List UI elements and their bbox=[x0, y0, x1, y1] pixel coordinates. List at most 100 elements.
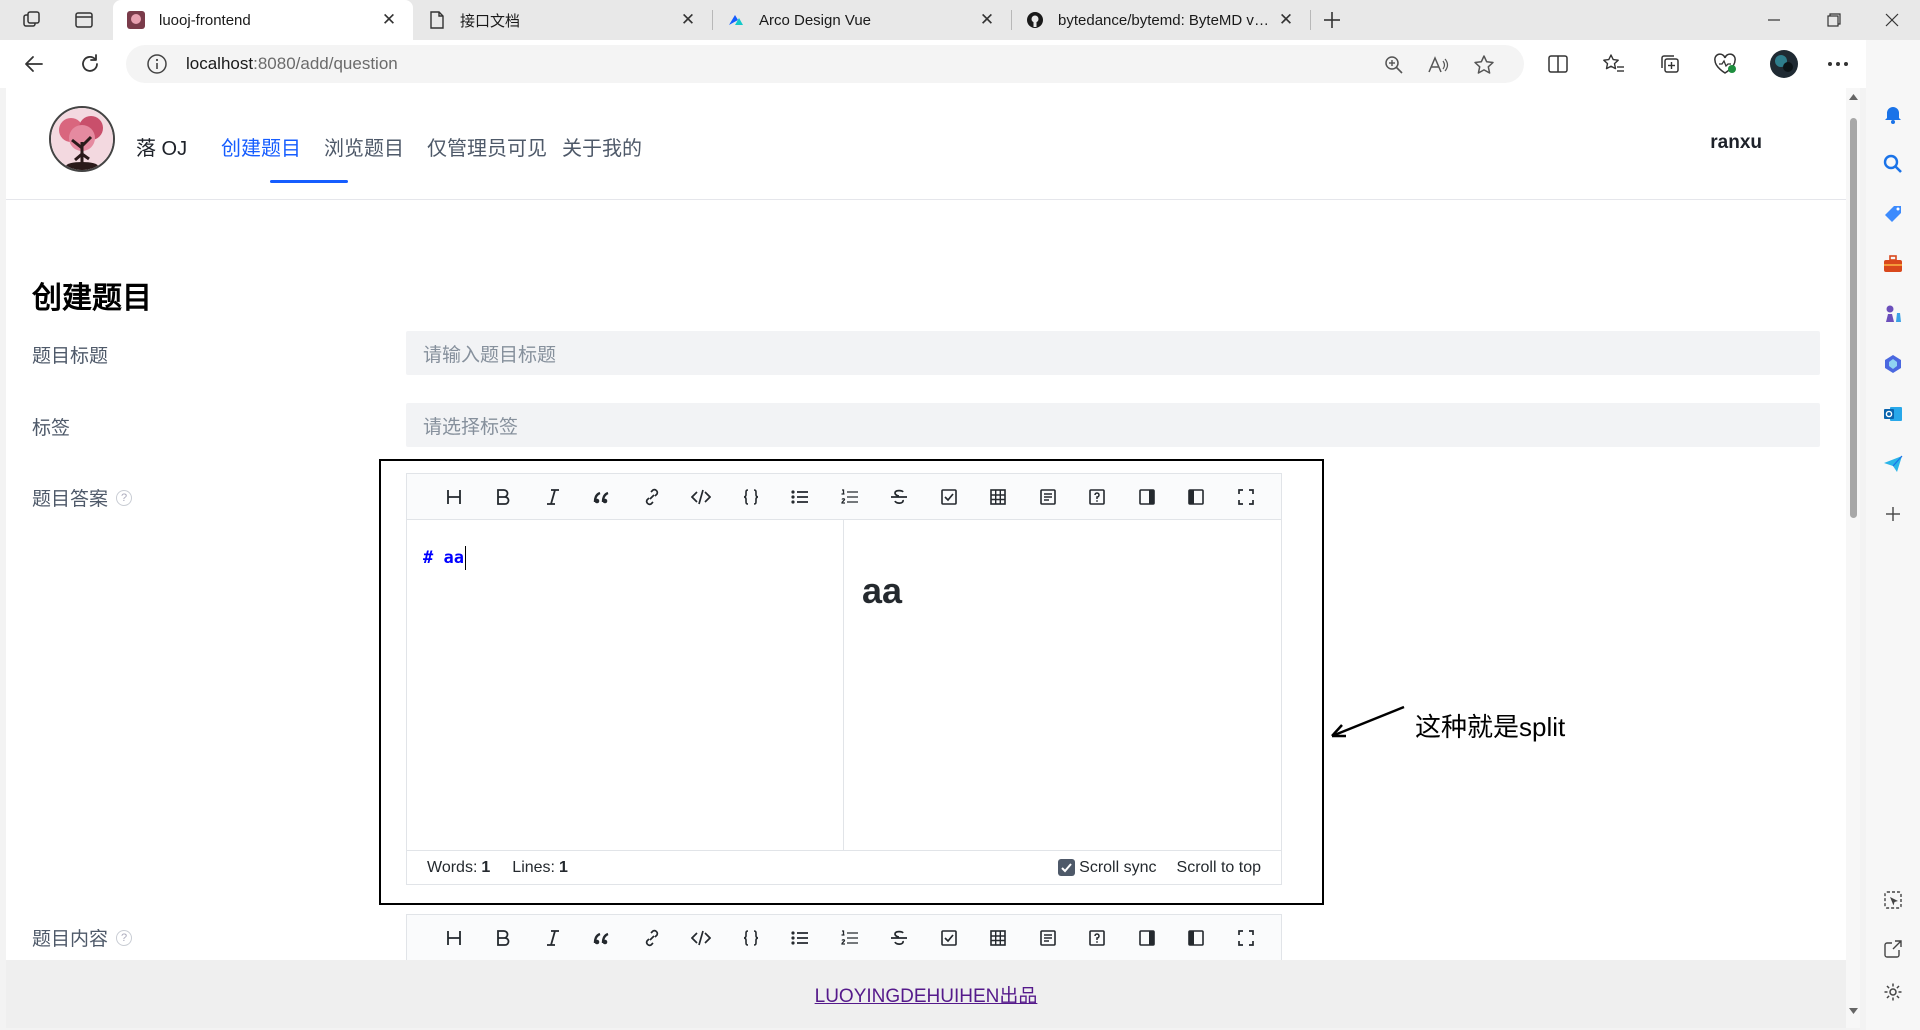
menu-create-question[interactable]: 创建题目 bbox=[221, 132, 301, 161]
settings-gear-icon[interactable] bbox=[1879, 978, 1907, 1006]
browser-tab-bar: luooj-frontend ✕ 接口文档 ✕ Arco Design Vue … bbox=[0, 0, 1920, 40]
content-label: 题目内容 ? bbox=[32, 924, 133, 951]
help-icon[interactable] bbox=[1073, 915, 1123, 961]
content-label-text: 题目内容 bbox=[32, 929, 109, 950]
tab-close-icon[interactable]: ✕ bbox=[977, 10, 997, 30]
tab-close-icon[interactable]: ✕ bbox=[678, 10, 698, 30]
editor-toolbar bbox=[407, 915, 1281, 961]
menu-browse-questions[interactable]: 浏览题目 bbox=[324, 132, 404, 161]
site-info-icon[interactable] bbox=[146, 53, 168, 75]
menu-about-me[interactable]: 关于我的 bbox=[562, 132, 642, 161]
tab-api-docs[interactable]: 接口文档 ✕ bbox=[414, 0, 712, 40]
tab-arco-design[interactable]: Arco Design Vue ✕ bbox=[713, 0, 1011, 40]
games-chess-icon[interactable] bbox=[1879, 300, 1907, 328]
send-icon[interactable] bbox=[1879, 450, 1907, 478]
workspaces-icon[interactable] bbox=[14, 4, 50, 36]
page-scrollbar[interactable] bbox=[1846, 88, 1860, 1028]
zoom-icon[interactable] bbox=[1382, 53, 1406, 77]
site-header: 落 OJ 创建题目 浏览题目 仅管理员可见 关于我的 ranxu bbox=[6, 88, 1846, 200]
refresh-icon[interactable] bbox=[72, 48, 108, 80]
open-external-icon[interactable] bbox=[1879, 935, 1907, 963]
site-title[interactable]: 落 OJ bbox=[136, 132, 187, 161]
bold-icon[interactable] bbox=[479, 915, 529, 961]
annotation-box bbox=[379, 459, 1324, 905]
tab-luooj-frontend[interactable]: luooj-frontend ✕ bbox=[113, 0, 413, 40]
tags-label: 标签 bbox=[32, 413, 70, 440]
code-icon[interactable] bbox=[677, 915, 727, 961]
read-aloud-icon[interactable] bbox=[1426, 53, 1450, 77]
title-label: 题目标题 bbox=[32, 341, 108, 368]
strikethrough-icon[interactable] bbox=[875, 915, 925, 961]
tab-separator bbox=[1310, 10, 1311, 30]
answer-label-text: 题目答案 bbox=[32, 489, 109, 510]
footer-credit-link[interactable]: LUOYINGDEHUIHEN出品 bbox=[815, 981, 1038, 1008]
edge-sidebar bbox=[1866, 40, 1920, 1030]
tab-close-icon[interactable]: ✕ bbox=[1276, 10, 1296, 30]
favorites-icon[interactable] bbox=[1600, 50, 1628, 78]
site-favicon-icon bbox=[127, 11, 145, 29]
annotation-arrow-icon bbox=[1331, 705, 1405, 738]
profile-avatar[interactable] bbox=[1768, 48, 1800, 80]
editor-only-icon[interactable] bbox=[1172, 915, 1222, 961]
code-block-icon[interactable] bbox=[726, 915, 776, 961]
table-icon[interactable] bbox=[974, 915, 1024, 961]
question-help-icon[interactable]: ? bbox=[116, 929, 133, 946]
add-sidebar-app-icon[interactable] bbox=[1879, 500, 1907, 528]
site-footer: LUOYINGDEHUIHEN出品 bbox=[6, 960, 1846, 1028]
content-markdown-editor bbox=[406, 914, 1282, 962]
title-label-text: 题目标题 bbox=[32, 346, 109, 367]
tab-bytemd-github[interactable]: bytedance/bytemd: ByteMD v1 is ✕ bbox=[1012, 0, 1310, 40]
more-options-icon[interactable] bbox=[1824, 50, 1852, 78]
answer-label: 题目答案 ? bbox=[32, 484, 133, 511]
question-help-icon[interactable]: ? bbox=[116, 489, 133, 506]
microsoft-365-icon[interactable] bbox=[1879, 350, 1907, 378]
new-tab-icon[interactable] bbox=[1314, 4, 1350, 36]
fullscreen-icon[interactable] bbox=[1221, 915, 1271, 961]
username[interactable]: ranxu bbox=[1710, 132, 1762, 154]
document-icon bbox=[428, 11, 446, 29]
annotation-text: 这种就是split bbox=[1415, 712, 1566, 742]
split-screen-icon[interactable] bbox=[1544, 50, 1572, 78]
ordered-list-icon[interactable] bbox=[825, 915, 875, 961]
quote-icon[interactable] bbox=[578, 915, 628, 961]
browser-essentials-icon[interactable] bbox=[1711, 50, 1739, 78]
tab-label: bytedance/bytemd: ByteMD v1 is bbox=[1058, 11, 1276, 29]
tab-close-icon[interactable]: ✕ bbox=[379, 10, 399, 30]
screenshot-icon[interactable] bbox=[1879, 886, 1907, 914]
tab-label: Arco Design Vue bbox=[759, 11, 872, 29]
minimize-icon[interactable] bbox=[1746, 0, 1802, 40]
url-path: :8080/add/question bbox=[253, 54, 398, 73]
close-window-icon[interactable] bbox=[1864, 0, 1920, 40]
menu-admin-only[interactable]: 仅管理员可见 bbox=[427, 132, 547, 161]
toc-icon[interactable] bbox=[1023, 915, 1073, 961]
italic-icon[interactable] bbox=[528, 915, 578, 961]
preview-only-icon[interactable] bbox=[1122, 915, 1172, 961]
unordered-list-icon[interactable] bbox=[776, 915, 826, 961]
scroll-up-icon[interactable] bbox=[1849, 94, 1858, 100]
restore-icon[interactable] bbox=[1806, 0, 1862, 40]
browser-address-bar: localhost:8080/add/question bbox=[0, 40, 1920, 88]
search-icon[interactable] bbox=[1879, 150, 1907, 178]
menu-active-indicator bbox=[270, 180, 348, 183]
task-list-icon[interactable] bbox=[924, 915, 974, 961]
github-icon bbox=[1026, 11, 1044, 29]
tab-actions-icon[interactable] bbox=[66, 4, 102, 36]
notifications-bell-icon[interactable] bbox=[1879, 100, 1907, 128]
site-logo[interactable] bbox=[49, 106, 115, 172]
heading-icon[interactable] bbox=[429, 915, 479, 961]
shopping-tag-icon[interactable] bbox=[1879, 200, 1907, 228]
outlook-icon[interactable] bbox=[1879, 400, 1907, 428]
title-input[interactable]: 请输入题目标题 bbox=[406, 331, 1820, 375]
favorite-star-icon[interactable] bbox=[1472, 53, 1496, 77]
collections-icon[interactable] bbox=[1656, 50, 1684, 78]
link-icon[interactable] bbox=[627, 915, 677, 961]
page-title: 创建题目 bbox=[32, 282, 152, 315]
tools-briefcase-icon[interactable] bbox=[1879, 250, 1907, 278]
url-host: localhost bbox=[186, 54, 254, 73]
scrollbar-thumb[interactable] bbox=[1850, 118, 1857, 518]
tags-select[interactable]: 请选择标签 bbox=[406, 403, 1820, 447]
page-viewport: 落 OJ 创建题目 浏览题目 仅管理员可见 关于我的 ranxu 创建题目 题目… bbox=[6, 88, 1846, 1028]
url-field[interactable]: localhost:8080/add/question bbox=[126, 45, 1524, 83]
scroll-down-icon[interactable] bbox=[1849, 1008, 1858, 1014]
back-icon[interactable] bbox=[16, 48, 52, 80]
